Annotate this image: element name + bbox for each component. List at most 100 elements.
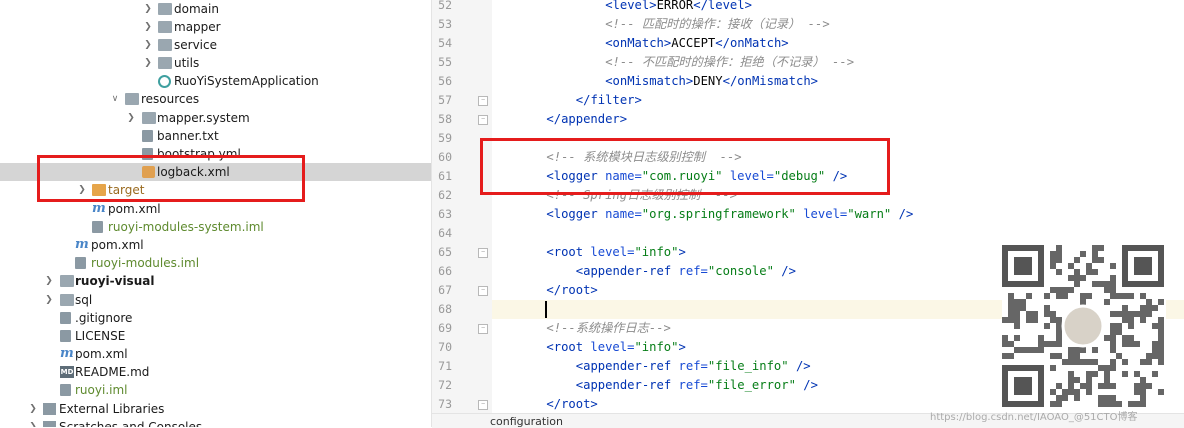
tree-item[interactable]: ❯ domain <box>0 0 431 18</box>
tree-item[interactable]: ❯ utils <box>0 54 431 72</box>
line-number: 72 <box>438 378 452 392</box>
tree-item-label: mapper <box>174 20 221 34</box>
code-line[interactable]: <!-- 匹配时的操作：接收（记录） --> <box>605 15 1184 34</box>
code-token: <root <box>546 340 591 354</box>
tree-item[interactable]: ❯ External Libraries <box>0 400 431 418</box>
watermark-text: https://blog.csdn.net/IAOAO_@51CTO博客 <box>930 412 1138 423</box>
line-number: 71 <box>438 359 452 373</box>
tree-item[interactable]: m pom.xml <box>0 345 431 363</box>
code-line[interactable]: <level>ERROR</level> <box>605 0 1184 15</box>
fold-marker-icon[interactable]: − <box>478 324 488 334</box>
code-token: </root> <box>546 397 598 411</box>
code-token: level= <box>803 207 848 221</box>
line-number: 64 <box>438 226 452 240</box>
project-tree-panel: ❯ domain ❯ mapper ❯ service ❯ utils RuoYiSystemA… <box>0 0 432 427</box>
chevron-right-icon[interactable]: ❯ <box>44 294 54 306</box>
tree-item[interactable]: ruoyi.iml <box>0 381 431 399</box>
chevron-right-icon[interactable]: ❯ <box>143 21 153 33</box>
tree-item[interactable]: ❯ service <box>0 36 431 54</box>
code-token: ref= <box>678 378 708 392</box>
line-number: 63 <box>438 207 452 221</box>
line-number: 68 <box>438 302 452 316</box>
folder-icon <box>142 112 156 124</box>
code-line[interactable]: </appender> <box>546 110 1184 129</box>
tree-item-label: ruoyi-visual <box>75 274 155 288</box>
line-number: 61 <box>438 169 452 183</box>
chevron-down-icon[interactable]: ∨ <box>110 93 120 105</box>
code-token: <appender-ref <box>575 378 679 392</box>
text-file-icon <box>142 130 153 142</box>
code-token: "file_error" <box>707 378 796 392</box>
tree-item[interactable]: m pom.xml <box>0 236 431 254</box>
tree-item[interactable]: ruoyi-modules.iml <box>0 254 431 272</box>
tree-item[interactable]: ruoyi-modules-system.iml <box>0 218 431 236</box>
chevron-right-icon[interactable]: ❯ <box>143 57 153 69</box>
line-number: 53 <box>438 17 452 31</box>
fold-marker-icon[interactable]: − <box>478 115 488 125</box>
code-token: ACCEPT <box>671 36 716 50</box>
tree-item[interactable]: m pom.xml <box>0 200 431 218</box>
code-token: /> <box>773 264 796 278</box>
code-token: ref= <box>678 264 708 278</box>
tree-item-label: mapper.system <box>157 111 250 125</box>
folder-icon <box>60 294 74 306</box>
code-line[interactable]: </filter> <box>576 91 1184 110</box>
code-token: <appender-ref <box>575 359 679 373</box>
tree-item[interactable]: banner.txt <box>0 127 431 145</box>
code-line[interactable]: <onMismatch>DENY</onMismatch> <box>605 72 1184 91</box>
code-line[interactable]: <onMatch>ACCEPT</onMatch> <box>605 34 1184 53</box>
folder-icon <box>158 21 172 33</box>
code-token: <!-- 不匹配时的操作：拒绝（不记录） --> <box>605 55 855 69</box>
tree-item[interactable]: ∨ resources <box>0 90 431 108</box>
chevron-right-icon[interactable]: ❯ <box>126 112 136 124</box>
code-line[interactable]: <!-- 不匹配时的操作：拒绝（不记录） --> <box>605 53 1184 72</box>
fold-marker-icon[interactable]: − <box>478 400 488 410</box>
line-number: 60 <box>438 150 452 164</box>
line-number: 70 <box>438 340 452 354</box>
line-number: 55 <box>438 55 452 69</box>
code-line[interactable]: <logger name="org.springframework" level… <box>546 205 1184 224</box>
code-token: </onMismatch> <box>722 74 818 88</box>
tree-item-label: ruoyi-modules-system.iml <box>108 220 264 234</box>
code-token: <logger <box>546 207 606 221</box>
chevron-right-icon[interactable]: ❯ <box>28 403 38 415</box>
line-number: 54 <box>438 36 452 50</box>
breadcrumb[interactable]: configuration <box>490 415 563 428</box>
tree-item[interactable]: LICENSE <box>0 327 431 345</box>
code-token: "file_info" <box>707 359 789 373</box>
fold-marker-icon[interactable]: − <box>478 248 488 258</box>
tree-item-label: README.md <box>75 365 150 379</box>
code-token: <root <box>546 245 591 259</box>
chevron-right-icon[interactable]: ❯ <box>143 39 153 51</box>
chevron-right-icon[interactable]: ❯ <box>28 421 38 427</box>
chevron-right-icon[interactable]: ❯ <box>44 275 54 287</box>
line-number: 57 <box>438 93 452 107</box>
folder-icon <box>158 39 172 51</box>
tree-item[interactable]: ❯ mapper <box>0 18 431 36</box>
tree-item-label: LICENSE <box>75 329 126 343</box>
tree-item-label: External Libraries <box>59 402 165 416</box>
tree-item[interactable]: ❯ ruoyi-visual <box>0 272 431 290</box>
code-token: <!--系统操作日志--> <box>546 321 671 335</box>
code-token: <appender-ref <box>575 264 679 278</box>
code-token: /> <box>795 378 818 392</box>
code-token: </filter> <box>575 93 642 107</box>
text-caret <box>545 301 548 318</box>
tree-item[interactable]: ❯ mapper.system <box>0 109 431 127</box>
tree-item[interactable]: ❯ sql <box>0 291 431 309</box>
code-token: </onMatch> <box>715 36 789 50</box>
resources-folder-icon <box>125 93 139 105</box>
tree-item[interactable]: RuoYiSystemApplication <box>0 72 431 90</box>
tree-item[interactable]: MD README.md <box>0 363 431 381</box>
fold-marker-icon[interactable]: − <box>478 286 488 296</box>
tree-item[interactable]: .gitignore <box>0 309 431 327</box>
chevron-right-icon[interactable]: ❯ <box>143 3 153 15</box>
fold-marker-icon[interactable]: − <box>478 96 488 106</box>
code-token: DENY <box>693 74 723 88</box>
tree-item[interactable]: ❯ Scratches and Consoles <box>0 418 431 427</box>
code-token: > <box>678 245 686 259</box>
iml-file-icon <box>60 384 71 396</box>
code-token: </root> <box>546 283 598 297</box>
spring-class-icon <box>158 75 171 88</box>
tree-item-label: pom.xml <box>108 202 161 216</box>
